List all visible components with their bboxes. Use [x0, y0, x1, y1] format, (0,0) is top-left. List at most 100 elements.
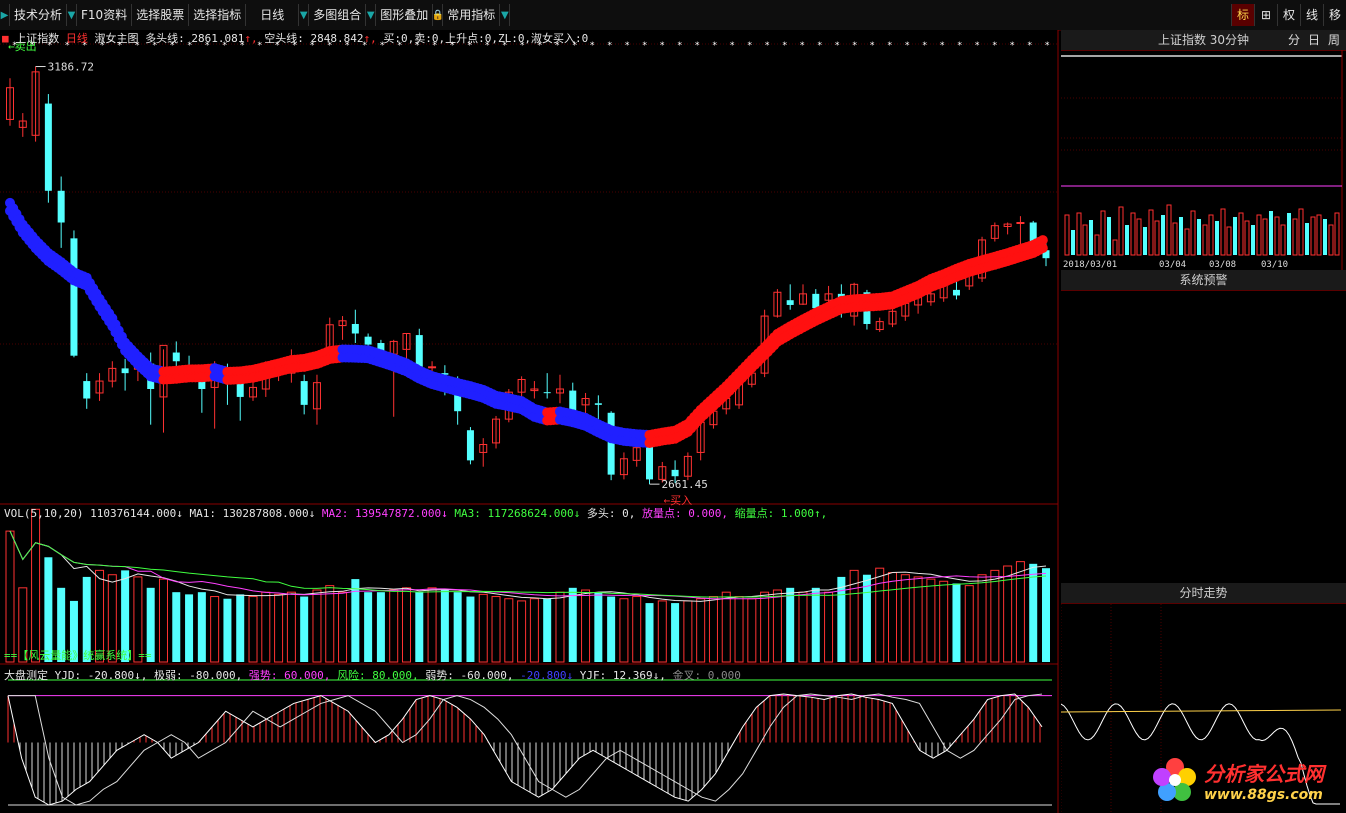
side-volume-bar	[1220, 208, 1226, 256]
star-mark: *	[642, 41, 647, 51]
tab-week[interactable]: 周	[1324, 30, 1344, 50]
side-volume-bar	[1316, 214, 1322, 256]
candle-body	[83, 381, 91, 399]
tab-minute[interactable]: 分	[1284, 30, 1304, 50]
side-volume-bar	[1305, 223, 1309, 255]
volume-bar	[453, 592, 462, 662]
volume-bar	[671, 603, 680, 662]
side-title-warning: 系统预警	[1061, 270, 1346, 291]
star-mark: *	[677, 41, 682, 51]
mark-button[interactable]: 标	[1231, 4, 1254, 26]
candle-body	[415, 335, 423, 367]
volume-bar	[376, 592, 385, 662]
select-indicator-button[interactable]: 选择指标	[189, 4, 247, 26]
star-mark: *	[1045, 41, 1050, 51]
side-volume-bar	[1298, 208, 1304, 256]
volume-bar	[236, 594, 245, 662]
side-date-label: 03/10	[1261, 260, 1288, 270]
candle-body	[543, 392, 551, 394]
logo-text: 分析家公式网	[1204, 761, 1324, 786]
star-mark: *	[992, 41, 997, 51]
side-volume-bar	[1136, 218, 1142, 256]
osc-header: 大盘测定 YJD: -20.800↓, 极弱: -80.000, 强势: 60.…	[4, 667, 741, 683]
candle-body	[812, 293, 820, 309]
line-button[interactable]: 线	[1300, 4, 1323, 26]
lock-icon[interactable]: 🔒	[432, 4, 444, 26]
star-mark: *	[660, 41, 665, 51]
osc-jiruo: 极弱: -80.000,	[153, 669, 243, 682]
volume-bar	[223, 598, 232, 662]
bear-label: 空头线:	[264, 32, 304, 45]
osc-yjd: YJD: -20.800↓,	[54, 669, 148, 682]
side-volume-bar	[1202, 224, 1208, 256]
star-mark: *	[730, 41, 735, 51]
candle-body	[57, 190, 65, 223]
osc-fengxian: 风险: 80.000,	[337, 669, 419, 682]
misc-values: 买:0,卖:0,上升点:0,ZL:0,淑女买入:0	[383, 32, 589, 45]
chevron-down-icon[interactable]: ▼	[500, 4, 511, 26]
chevron-down-icon[interactable]: ▼	[366, 4, 377, 26]
osc-yjf: YJF: 12.369↓,	[579, 669, 666, 682]
side-volume-bar	[1125, 225, 1129, 255]
side-volume-bar	[1094, 234, 1100, 256]
side-volume-bar	[1197, 219, 1201, 255]
star-mark: *	[590, 41, 595, 51]
side-volume-bar	[1256, 214, 1262, 256]
star-mark: *	[1010, 41, 1015, 51]
rights-button[interactable]: 权	[1277, 4, 1300, 26]
tab-day[interactable]: 日	[1304, 30, 1324, 50]
vol-label: VOL(5,10,20)	[4, 507, 84, 520]
move-button[interactable]: 移	[1323, 4, 1346, 26]
candle-body	[44, 103, 52, 191]
low-label: 2661.45	[662, 478, 708, 491]
volume-bar	[185, 594, 194, 662]
side-volume-bar	[1274, 216, 1280, 256]
common-indicator-button[interactable]: 常用指标	[443, 4, 501, 26]
chevron-down-icon[interactable]: ▼	[67, 4, 78, 26]
vol-ma3: MA3: 117268624.000↓	[454, 507, 581, 520]
star-mark: *	[1027, 41, 1032, 51]
side-volume-bar	[1130, 212, 1136, 256]
main-chart[interactable]: * * * * * * * * * * * * * * * * * * * * * * * * * * * * * * * * * * * * * * * *…	[0, 30, 1060, 813]
side-volume-bar	[1323, 219, 1327, 255]
star-mark: *	[712, 41, 717, 51]
candle-body	[236, 382, 244, 397]
grid-button[interactable]: ⊞	[1254, 4, 1277, 26]
side-volume-bar	[1269, 211, 1273, 255]
candle-body	[428, 366, 437, 369]
select-stock-button[interactable]: 选择股票	[132, 4, 190, 26]
star-mark: *	[887, 41, 892, 51]
side-volume-bar	[1334, 212, 1340, 256]
volume-bar	[952, 583, 961, 662]
chevron-down-icon[interactable]: ▼	[299, 4, 310, 26]
star-mark: *	[695, 41, 700, 51]
vol-ma1: MA1: 130287808.000↓	[189, 507, 316, 520]
star-mark: *	[607, 41, 612, 51]
candle-body	[786, 300, 794, 305]
daily-button[interactable]: 日线	[246, 4, 300, 26]
f10-button[interactable]: F10资料	[77, 4, 133, 26]
multi-chart-button[interactable]: 多图组合	[309, 4, 367, 26]
vol-footer: ==【风云量能》统赢系统】==	[4, 649, 152, 662]
overlay-button[interactable]: 图形叠加	[376, 4, 434, 26]
star-mark: *	[852, 41, 857, 51]
side-volume-bar	[1238, 212, 1244, 256]
volume-bar	[172, 592, 181, 662]
technical-analysis-button[interactable]: 技术分析	[10, 4, 68, 26]
side-volume-bar	[1100, 210, 1106, 256]
star-mark: *	[940, 41, 945, 51]
close-icon[interactable]: ■	[2, 32, 9, 45]
toolbar-grip-icon[interactable]: ▶	[0, 4, 10, 26]
osc-ruoshi: 弱势: -60.000,	[425, 669, 514, 682]
side-volume-bar	[1262, 218, 1268, 256]
side-tabs: 分 日 周	[1284, 30, 1344, 50]
star-mark: *	[625, 41, 630, 51]
candle-body	[1016, 222, 1025, 224]
side-volume-bar	[1118, 206, 1124, 256]
star-mark: *	[782, 41, 787, 51]
side-30min-chart[interactable]: ←卖出2018/03/0103/0403/0803/10	[1061, 50, 1346, 270]
osc-blue: -20.800↓	[520, 669, 574, 682]
volume-bar	[1029, 563, 1038, 662]
indicator-title: 淑女主图	[94, 32, 139, 45]
bull-line-dot	[1037, 243, 1048, 254]
